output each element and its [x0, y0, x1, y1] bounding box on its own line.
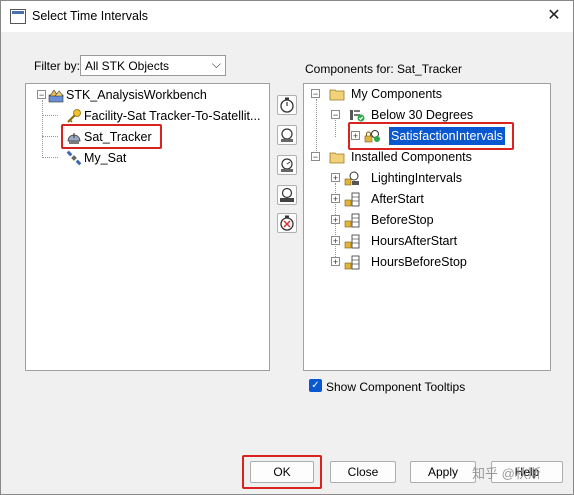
- expand-icon[interactable]: +: [331, 215, 340, 225]
- filter-select[interactable]: All STK Objects ⌵: [80, 55, 226, 76]
- tree-item-label: Facility-Sat Tracker-To-Satellit...: [84, 109, 261, 123]
- components-tree[interactable]: − My Components − Below 30 Degrees + Sat…: [303, 83, 551, 371]
- expand-icon[interactable]: +: [331, 236, 340, 246]
- interval-grid-icon: [344, 192, 360, 207]
- tree-node-label: AfterStart: [371, 192, 424, 206]
- tree-node-label: My Components: [351, 87, 443, 101]
- title-bar: Select Time Intervals ✕: [1, 1, 573, 32]
- chevron-down-icon: ⌵: [211, 57, 221, 71]
- expand-icon[interactable]: +: [331, 173, 340, 183]
- folder-icon: [329, 152, 345, 164]
- stopwatch-button[interactable]: [277, 95, 297, 115]
- new-component-button[interactable]: [277, 125, 297, 145]
- objects-tree[interactable]: − STK_AnalysisWorkbench Facility-Sat Tra…: [25, 83, 270, 371]
- watermark: 知乎 @秋斯: [472, 466, 541, 481]
- window-icon: [10, 9, 26, 24]
- tree-node-label: LightingIntervals: [371, 171, 463, 185]
- component-icon: [281, 128, 293, 142]
- interval-grid-icon: [344, 234, 360, 249]
- collapse-icon[interactable]: −: [311, 89, 320, 99]
- expand-icon[interactable]: +: [331, 194, 340, 204]
- components-for-label: Components for: Sat_Tracker: [305, 62, 462, 76]
- stopwatch-delete-icon: [280, 215, 294, 231]
- lighting-icon: [344, 171, 359, 186]
- tree-node-label: HoursBeforeStop: [371, 255, 467, 269]
- edit-component-button[interactable]: [277, 155, 297, 175]
- filter-label: Filter by:: [34, 59, 81, 73]
- folder-icon: [329, 89, 345, 101]
- collapse-icon[interactable]: −: [311, 152, 320, 162]
- satisfaction-intervals-highlight: [348, 122, 514, 150]
- sat-tracker-highlight: [61, 124, 162, 149]
- close-button[interactable]: Close: [330, 461, 396, 483]
- close-icon[interactable]: ✕: [543, 5, 565, 27]
- component-edit-icon: [281, 158, 293, 172]
- tree-node-root-label: STK_AnalysisWorkbench: [66, 88, 207, 102]
- show-tooltips-label: Show Component Tooltips: [326, 380, 466, 394]
- expand-icon[interactable]: +: [331, 257, 340, 267]
- stopwatch-icon: [280, 97, 294, 113]
- duplicate-component-button[interactable]: [277, 185, 297, 205]
- condition-icon: [350, 110, 365, 122]
- tree-node-label: HoursAfterStart: [371, 234, 458, 248]
- collapse-icon[interactable]: −: [331, 110, 340, 120]
- filter-select-value: All STK Objects: [85, 59, 170, 73]
- collapse-icon[interactable]: −: [37, 90, 46, 100]
- select-time-intervals-dialog: Select Time Intervals ✕ Filter by: All S…: [0, 0, 574, 495]
- tree-item-label: My_Sat: [84, 151, 127, 165]
- scenario-icon: [48, 89, 64, 103]
- window-title: Select Time Intervals: [32, 9, 149, 23]
- interval-grid-icon: [344, 255, 360, 270]
- delete-component-button[interactable]: [277, 213, 297, 233]
- tree-node-label: Installed Components: [351, 150, 472, 164]
- show-tooltips-checkbox[interactable]: ✓: [309, 379, 322, 392]
- ok-button-highlight: [242, 455, 322, 489]
- component-copy-icon: [280, 187, 294, 202]
- key-icon: [67, 109, 81, 123]
- interval-grid-icon: [344, 213, 360, 228]
- apply-button[interactable]: Apply: [410, 461, 476, 483]
- satellite-icon: [66, 150, 82, 166]
- tree-node-label: BeforeStop: [371, 213, 434, 227]
